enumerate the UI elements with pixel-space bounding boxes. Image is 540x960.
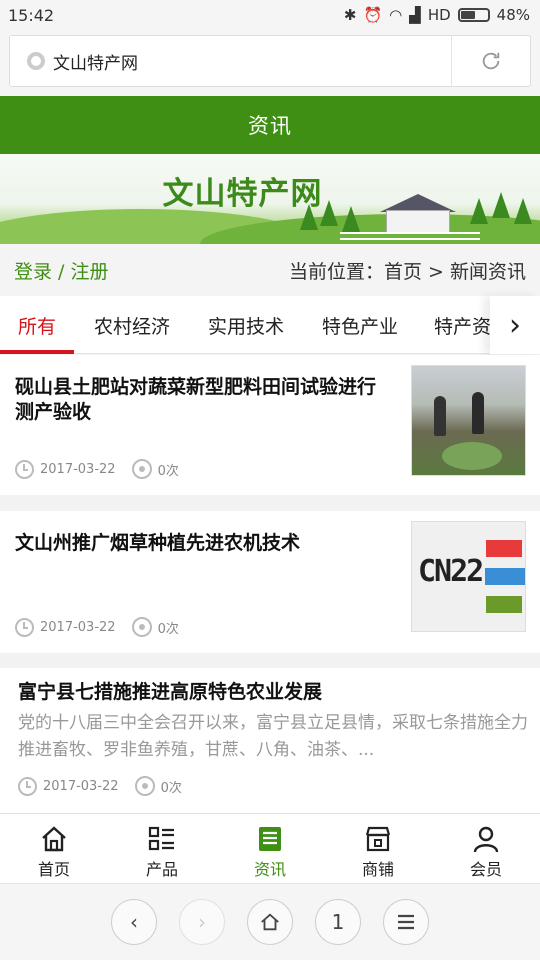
news-thumbnail[interactable] <box>411 365 526 476</box>
status-bar: 15:42 ✱ ⏰ ◠ ▟ HD 48% <box>0 0 540 30</box>
page-header: 资讯 <box>0 96 540 154</box>
news-date: 2017-03-22 <box>40 461 116 477</box>
nav-products[interactable]: 产品 <box>108 814 216 883</box>
chevron-left-icon: ‹ <box>130 910 138 934</box>
site-icon <box>27 52 45 70</box>
nav-news-label: 资讯 <box>253 860 286 879</box>
news-title[interactable]: 富宁县七措施推进高原特色农业发展 <box>18 680 528 705</box>
nav-products-label: 产品 <box>145 860 178 879</box>
category-tabs: 所有 农村经济 实用技术 特色产业 特产资 › <box>0 296 540 354</box>
tab-count: 1 <box>331 910 345 934</box>
battery-level: 48% <box>496 6 530 24</box>
user-icon <box>473 826 499 853</box>
nav-member-label: 会员 <box>469 860 502 879</box>
menu-icon <box>398 914 414 930</box>
status-icons: ✱ ⏰ ◠ ▟ HD 48% <box>344 6 530 24</box>
network-type: HD <box>427 6 451 24</box>
home-icon <box>261 913 279 931</box>
news-date: 2017-03-22 <box>43 778 119 794</box>
banner-logo-text: 文山特产网 <box>162 176 323 212</box>
news-views: 0次 <box>157 621 179 637</box>
news-views: 0次 <box>160 780 182 796</box>
forward-button[interactable]: › <box>179 899 225 945</box>
status-time: 15:42 <box>8 5 55 25</box>
reload-icon <box>482 52 500 70</box>
views-icon <box>131 617 152 637</box>
alarm-icon: ⏰ <box>363 6 383 24</box>
news-item[interactable]: 文山州推广烟草种植先进农机技术 2017-03-22 0次 CN22 <box>0 511 540 653</box>
page-title: 资讯 <box>248 114 292 138</box>
wifi-icon: ◠ <box>389 6 403 24</box>
news-meta: 2017-03-22 0次 <box>18 776 182 796</box>
browser-toolbar: ‹ › 1 <box>0 883 540 960</box>
browser-address-area: 文山特产网 <box>0 30 540 96</box>
tab-special-industry[interactable]: 特色产业 <box>310 296 410 354</box>
list-icon <box>148 826 174 851</box>
home-icon <box>42 826 66 852</box>
news-item[interactable]: 富宁县七措施推进高原特色农业发展 党的十八届三中全会召开以来，富宁县立足县情，采… <box>0 668 540 813</box>
site-banner: 文山特产网 <box>0 154 540 244</box>
tab-all[interactable]: 所有 <box>0 296 74 354</box>
views-icon <box>134 776 155 796</box>
tabs-button[interactable]: 1 <box>315 899 361 945</box>
nav-member[interactable]: 会员 <box>432 814 540 883</box>
chevron-right-icon: › <box>198 910 206 934</box>
banner-tree <box>514 198 532 224</box>
menu-button[interactable] <box>383 899 429 945</box>
clock-icon <box>15 617 34 637</box>
breadcrumb[interactable]: 当前位置：首页 > 新闻资讯 <box>289 257 526 284</box>
clock-icon <box>15 459 34 479</box>
tab-practical-tech[interactable]: 实用技术 <box>196 296 296 354</box>
tabs-more-button[interactable]: › <box>490 296 540 354</box>
news-views: 0次 <box>157 463 179 479</box>
thumbnail-logo-text: CN22 <box>418 554 484 589</box>
nav-news[interactable]: 资讯 <box>216 814 324 883</box>
news-meta: 2017-03-22 0次 <box>15 459 179 479</box>
banner-tree <box>492 192 510 218</box>
nav-home-label: 首页 <box>37 860 70 879</box>
tab-specialty[interactable]: 特产资 <box>424 296 496 354</box>
address-bar[interactable]: 文山特产网 <box>9 35 531 87</box>
banner-fence <box>340 232 480 240</box>
clock-icon <box>18 776 37 796</box>
address-text[interactable]: 文山特产网 <box>53 49 451 74</box>
reload-button[interactable] <box>452 35 530 87</box>
battery-icon <box>457 8 490 22</box>
news-title[interactable]: 砚山县土肥站对蔬菜新型肥料田间试验进行测产验收 <box>15 375 385 425</box>
news-thumbnail[interactable]: CN22 <box>411 521 526 632</box>
news-summary: 党的十八届三中全会召开以来，富宁县立足县情，采取七条措施全力推进畜牧、罗非鱼养殖… <box>18 713 528 760</box>
signal-icon: ▟ <box>409 6 421 24</box>
views-icon <box>131 459 152 479</box>
bluetooth-icon: ✱ <box>343 6 357 24</box>
news-icon <box>259 827 281 851</box>
news-item[interactable]: 砚山县土肥站对蔬菜新型肥料田间试验进行测产验收 2017-03-22 0次 <box>0 355 540 495</box>
news-meta: 2017-03-22 0次 <box>15 617 179 637</box>
bottom-nav: 首页 产品 资讯 商铺 会员 <box>0 813 540 883</box>
back-button[interactable]: ‹ <box>111 899 157 945</box>
crumb-bar: 登录 / 注册 当前位置：首页 > 新闻资讯 <box>0 244 540 296</box>
news-date: 2017-03-22 <box>40 619 116 635</box>
news-title[interactable]: 文山州推广烟草种植先进农机技术 <box>15 531 385 556</box>
login-register-link[interactable]: 登录 / 注册 <box>14 257 108 284</box>
nav-shops-label: 商铺 <box>361 860 394 879</box>
nav-home[interactable]: 首页 <box>0 814 108 883</box>
shop-icon <box>365 826 391 852</box>
tab-rural-economy[interactable]: 农村经济 <box>82 296 182 354</box>
home-button[interactable] <box>247 899 293 945</box>
nav-shops[interactable]: 商铺 <box>324 814 432 883</box>
chevron-right-icon: › <box>509 307 521 343</box>
